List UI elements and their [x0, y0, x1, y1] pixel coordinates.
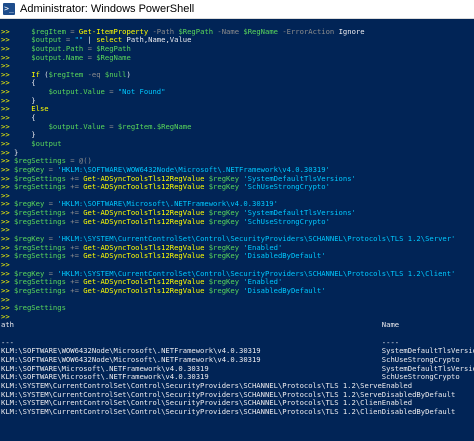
script-line: >> $regSettings += Get-ADSyncToolsTls12R…	[0, 285, 474, 296]
script-line-text: $output.Value = "Not Found"	[48, 87, 166, 97]
script-line: >> $output	[0, 138, 474, 149]
script-line-text	[10, 312, 14, 321]
continuation-prompt: >>	[1, 208, 10, 218]
continuation-prompt: >>	[1, 26, 10, 36]
script-line-text: $regSettings += Get-ADSyncToolsTls12RegV…	[13, 285, 326, 295]
continuation-prompt: >>	[1, 251, 10, 261]
continuation-prompt: >>	[1, 87, 10, 97]
script-line-text: Else	[31, 104, 49, 114]
script-line-text: $output.Name = $RegName	[31, 52, 131, 62]
script-line-text	[10, 225, 14, 234]
script-line-text: $regKey = 'HKLM:\SOFTWARE\Microsoft\.NET…	[13, 199, 278, 209]
script-line-text	[10, 191, 14, 200]
continuation-prompt: >>	[1, 113, 10, 123]
script-line: >> $regSettings += Get-ADSyncToolsTls12R…	[0, 251, 474, 261]
powershell-window: >_ Administrator: Windows PowerShell >> …	[0, 0, 474, 441]
script-line: >> $output.Name = $RegName	[0, 52, 474, 63]
continuation-prompt: >>	[1, 61, 10, 71]
script-line-text: $output.Value = $regItem.$RegName	[48, 121, 192, 131]
powershell-icon: >_	[3, 3, 15, 15]
continuation-prompt: >>	[1, 216, 10, 226]
continuation-prompt: >>	[1, 294, 10, 304]
continuation-prompt: >>	[1, 104, 10, 114]
continuation-prompt: >>	[1, 164, 10, 174]
script-line-text: $regSettings += Get-ADSyncToolsTls12RegV…	[13, 216, 330, 226]
script-line-text: $regSettings = @()	[13, 156, 92, 166]
script-line-text: $regSettings += Get-ADSyncToolsTls12RegV…	[13, 182, 330, 192]
continuation-prompt: >>	[1, 43, 10, 53]
script-line: >> }	[0, 131, 474, 140]
script-line-text	[10, 295, 14, 304]
continuation-prompt: >>	[1, 69, 10, 79]
continuation-prompt: >>	[1, 173, 10, 183]
script-line: >> Else	[0, 105, 474, 114]
script-line: >> $regSettings	[0, 303, 474, 313]
continuation-prompt: >>	[1, 303, 10, 313]
script-line-text: $regSettings += Get-ADSyncToolsTls12RegV…	[13, 173, 356, 183]
script-line-text: $regKey = 'HKLM:\SYSTEM\CurrentControlSe…	[13, 268, 456, 278]
continuation-prompt: >>	[1, 130, 10, 140]
console-output[interactable]: >> $regItem = Get-ItemProperty -Path $Re…	[0, 19, 474, 441]
script-line-text: $regSettings += Get-ADSyncToolsTls12RegV…	[13, 242, 283, 252]
script-line-text	[10, 61, 14, 70]
script-line: >>	[0, 294, 474, 305]
script-line-text: $regSettings += Get-ADSyncToolsTls12RegV…	[13, 277, 283, 287]
continuation-prompt: >>	[1, 95, 10, 105]
continuation-prompt: >>	[1, 234, 10, 244]
continuation-prompt: >>	[1, 242, 10, 252]
script-line-text: $regKey = 'HKLM:\SOFTWARE\WOW6432Node\Mi…	[13, 164, 330, 174]
script-line-text: $output = "" | select Path,Name,Value	[31, 35, 192, 45]
continuation-prompt: >>	[1, 121, 10, 131]
continuation-prompt: >>	[1, 182, 10, 192]
continuation-prompt: >>	[1, 190, 10, 200]
script-line-text: $regKey = 'HKLM:\SYSTEM\CurrentControlSe…	[13, 234, 456, 244]
script-line: >> $output.Value = $regItem.$RegName	[0, 121, 474, 132]
script-line-text: {	[9, 78, 36, 88]
continuation-prompt: >>	[1, 225, 10, 235]
script-line-text: $regSettings	[13, 303, 66, 313]
output-table: ath Name Va lue --- ---- -- KLM:\SOFTWAR…	[0, 321, 474, 416]
script-line-text: }	[9, 147, 19, 157]
continuation-prompt: >>	[1, 138, 10, 148]
script-line: >> }	[0, 95, 474, 106]
script-line-text: $regItem = Get-ItemProperty -Path $RegPa…	[31, 26, 365, 36]
continuation-prompt: >>	[1, 277, 10, 287]
script-block: >> $regItem = Get-ItemProperty -Path $Re…	[0, 19, 474, 321]
continuation-prompt: >>	[1, 199, 10, 209]
title-bar[interactable]: >_ Administrator: Windows PowerShell	[0, 0, 474, 19]
script-line-text: $regSettings += Get-ADSyncToolsTls12RegV…	[13, 208, 356, 218]
script-line: >> $regSettings += Get-ADSyncToolsTls12R…	[0, 216, 474, 227]
script-line-text: $regSettings += Get-ADSyncToolsTls12RegV…	[13, 251, 326, 261]
continuation-prompt: >>	[1, 52, 10, 62]
continuation-prompt: >>	[1, 285, 10, 295]
script-line-text: }	[9, 130, 36, 140]
continuation-prompt: >>	[1, 78, 10, 88]
script-line-text: $output.Path = $RegPath	[31, 43, 131, 53]
continuation-prompt: >>	[1, 147, 10, 157]
script-line-text: {	[9, 113, 36, 123]
script-line: >> $output.Value = "Not Found"	[0, 87, 474, 97]
continuation-prompt: >>	[1, 268, 10, 278]
continuation-prompt: >>	[1, 35, 10, 45]
continuation-prompt: >>	[1, 311, 10, 321]
script-line: >> $regSettings += Get-ADSyncToolsTls12R…	[0, 182, 474, 192]
script-line-text	[10, 260, 14, 269]
continuation-prompt: >>	[1, 259, 10, 269]
script-line-text: }	[9, 95, 36, 105]
script-line-text: If ($regItem -eq $null)	[31, 69, 131, 79]
continuation-prompt: >>	[1, 156, 10, 166]
window-title: Administrator: Windows PowerShell	[20, 3, 195, 15]
script-line: >> If ($regItem -eq $null)	[0, 69, 474, 80]
script-line-text: $output	[31, 138, 62, 148]
output-table-row: KLM:\SYSTEM\CurrentControlSet\Control\Se…	[1, 406, 474, 416]
